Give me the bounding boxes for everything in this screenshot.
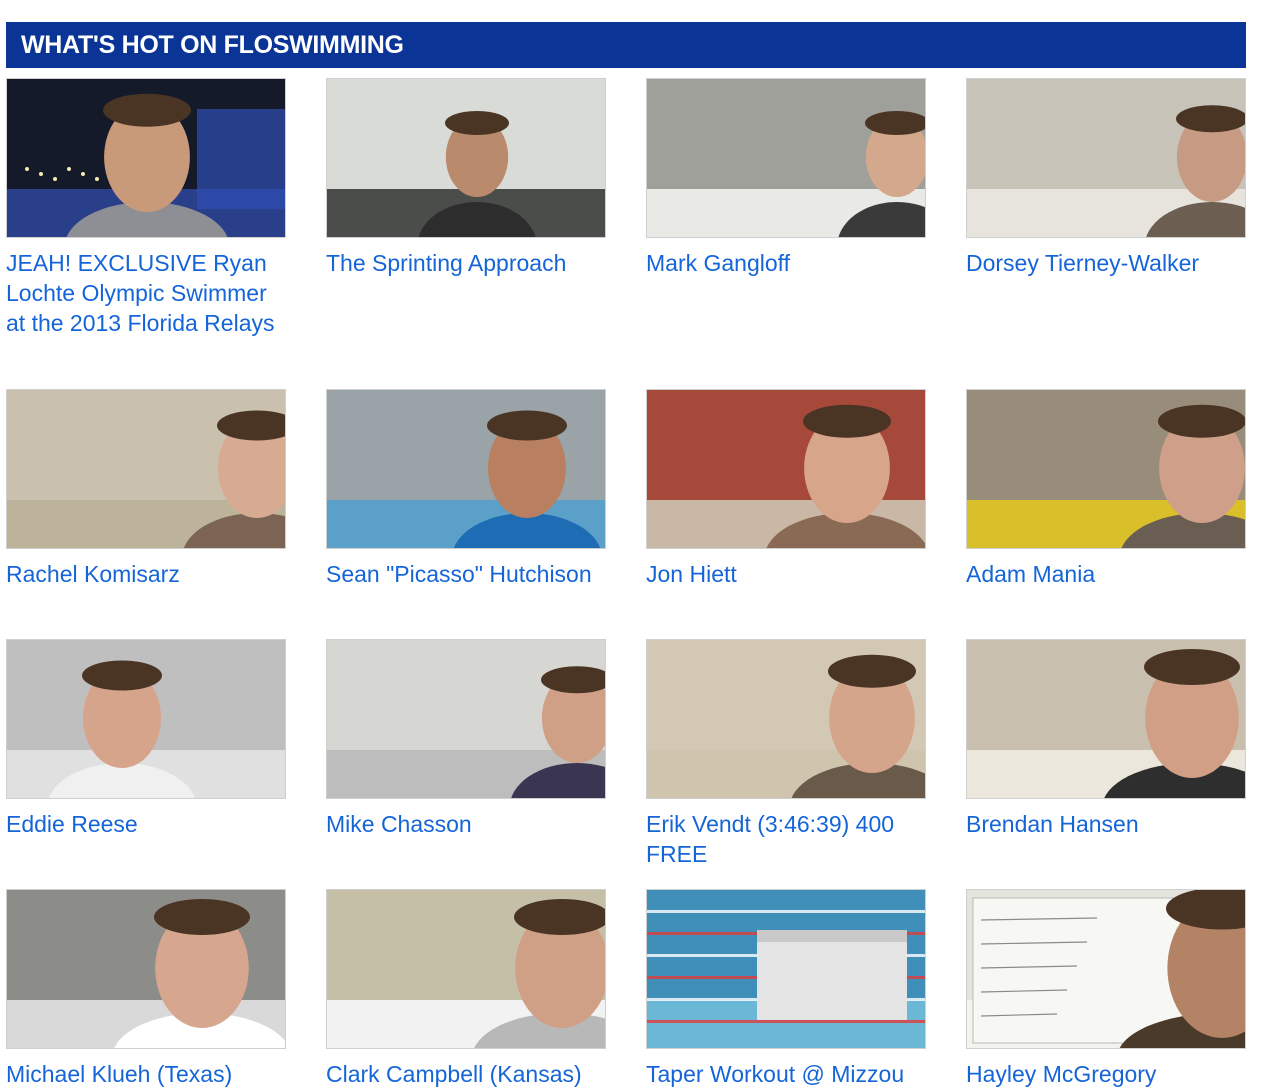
video-tile: JEAH! EXCLUSIVE Ryan Lochte Olympic Swim… xyxy=(6,78,286,338)
video-thumbnail[interactable] xyxy=(646,389,926,549)
section-header: WHAT'S HOT ON FLOSWIMMING xyxy=(6,22,1246,68)
video-title-link[interactable]: Adam Mania xyxy=(966,559,1246,589)
video-title-link[interactable]: The Sprinting Approach xyxy=(326,248,606,278)
video-tile: Rachel Komisarz xyxy=(6,389,286,589)
video-tile: Adam Mania xyxy=(966,389,1246,589)
thumbnail-image xyxy=(647,79,925,237)
video-tile: Clark Campbell (Kansas) xyxy=(326,889,606,1089)
thumbnail-image xyxy=(327,390,605,548)
thumbnail-image xyxy=(7,79,285,237)
video-tile: Taper Workout @ Mizzou xyxy=(646,889,926,1089)
thumbnail-image xyxy=(647,390,925,548)
video-thumbnail[interactable] xyxy=(326,889,606,1049)
video-title-link[interactable]: Hayley McGregory xyxy=(966,1059,1246,1089)
thumbnail-image xyxy=(647,890,925,1048)
video-tile: Erik Vendt (3:46:39) 400 FREE xyxy=(646,639,926,869)
video-thumbnail[interactable] xyxy=(966,78,1246,238)
video-thumbnail[interactable] xyxy=(646,889,926,1049)
thumbnail-image xyxy=(967,79,1245,237)
thumbnail-image xyxy=(647,640,925,798)
thumbnail-image xyxy=(327,890,605,1048)
video-title-link[interactable]: Erik Vendt (3:46:39) 400 FREE xyxy=(646,809,926,869)
video-title-link[interactable]: Brendan Hansen xyxy=(966,809,1246,839)
video-thumbnail[interactable] xyxy=(966,639,1246,799)
video-thumbnail[interactable] xyxy=(6,78,286,238)
video-tile: Hayley McGregory xyxy=(966,889,1246,1089)
video-tile: Mark Gangloff xyxy=(646,78,926,278)
video-thumbnail[interactable] xyxy=(326,78,606,238)
video-title-link[interactable]: Mark Gangloff xyxy=(646,248,926,278)
video-tile: Eddie Reese xyxy=(6,639,286,839)
thumbnail-image xyxy=(967,390,1245,548)
video-tile: Brendan Hansen xyxy=(966,639,1246,839)
video-thumbnail[interactable] xyxy=(646,639,926,799)
video-title-link[interactable]: Eddie Reese xyxy=(6,809,286,839)
video-title-link[interactable]: Dorsey Tierney-Walker xyxy=(966,248,1246,278)
video-tile: Dorsey Tierney-Walker xyxy=(966,78,1246,278)
video-title-link[interactable]: Rachel Komisarz xyxy=(6,559,286,589)
thumbnail-image xyxy=(327,640,605,798)
thumbnail-image xyxy=(7,890,285,1048)
thumbnail-image xyxy=(967,640,1245,798)
video-thumbnail[interactable] xyxy=(646,78,926,238)
video-tile: Mike Chasson xyxy=(326,639,606,839)
thumbnail-image xyxy=(7,390,285,548)
video-thumbnail[interactable] xyxy=(966,389,1246,549)
video-title-link[interactable]: Michael Klueh (Texas) xyxy=(6,1059,286,1089)
video-thumbnail[interactable] xyxy=(6,639,286,799)
video-title-link[interactable]: JEAH! EXCLUSIVE Ryan Lochte Olympic Swim… xyxy=(6,248,286,338)
video-tile: Jon Hiett xyxy=(646,389,926,589)
video-tile: Sean "Picasso" Hutchison xyxy=(326,389,606,589)
video-title-link[interactable]: Sean "Picasso" Hutchison xyxy=(326,559,606,589)
section-title: WHAT'S HOT ON FLOSWIMMING xyxy=(21,30,404,59)
thumbnail-image xyxy=(327,79,605,237)
thumbnail-image xyxy=(967,890,1245,1048)
video-tile: Michael Klueh (Texas) xyxy=(6,889,286,1089)
video-thumbnail[interactable] xyxy=(326,389,606,549)
video-thumbnail[interactable] xyxy=(966,889,1246,1049)
video-thumbnail[interactable] xyxy=(326,639,606,799)
video-thumbnail[interactable] xyxy=(6,389,286,549)
video-title-link[interactable]: Clark Campbell (Kansas) xyxy=(326,1059,606,1089)
video-title-link[interactable]: Jon Hiett xyxy=(646,559,926,589)
video-title-link[interactable]: Mike Chasson xyxy=(326,809,606,839)
video-tile: The Sprinting Approach xyxy=(326,78,606,278)
thumbnail-image xyxy=(7,640,285,798)
video-thumbnail[interactable] xyxy=(6,889,286,1049)
video-title-link[interactable]: Taper Workout @ Mizzou xyxy=(646,1059,926,1089)
